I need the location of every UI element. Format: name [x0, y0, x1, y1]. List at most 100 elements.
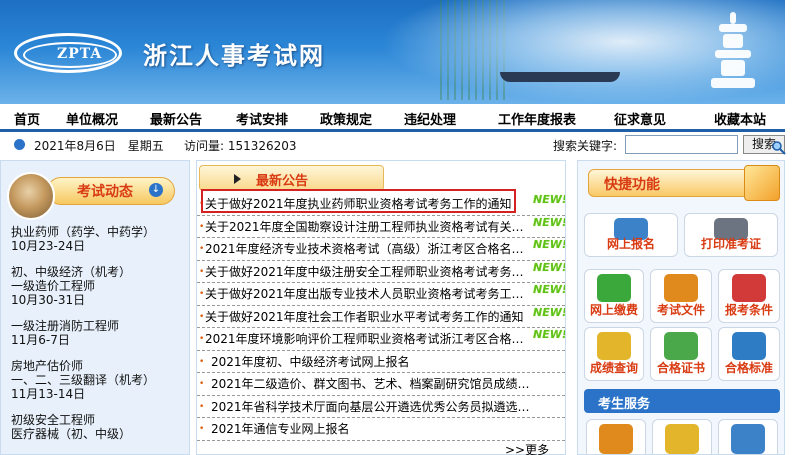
money-icon — [597, 274, 631, 302]
nav-item-bookmark[interactable]: 收藏本站 — [714, 109, 766, 128]
exam-name: 医疗器械（初、中级） — [11, 427, 132, 441]
announcement-row[interactable]: • 2021年度初、中级经济考试网上报名 — [197, 351, 565, 373]
selected-item-highlight — [201, 189, 516, 213]
avatar — [7, 172, 55, 220]
announcement-link[interactable]: 2021年度经济专业技术资格考试（高级）浙江考区合格名单公布 — [205, 238, 535, 260]
exam-news-header: 考试动态 ↓ — [7, 167, 182, 220]
announcement-row[interactable]: • 2021年度环境影响评价工程师职业资格考试浙江考区合格人员名单 NEW! — [197, 328, 565, 351]
service-tile[interactable] — [652, 419, 712, 454]
announcement-link[interactable]: 关于做好2021年度出版专业技术人员职业资格考试考务工作的通知 — [205, 283, 535, 305]
exam-name: 房地产估价师 — [11, 359, 84, 373]
quick-tile[interactable]: 成绩查询 — [584, 327, 644, 381]
announcement-link[interactable]: 2021年省科学技术厅面向基层公开遴选优秀公务员拟遴选人员公示 — [211, 396, 541, 418]
checklist-icon — [732, 274, 766, 302]
arrow-down-icon[interactable]: ↓ — [149, 183, 163, 197]
announcement-link[interactable]: 2021年度初、中级经济考试网上报名 — [211, 351, 410, 373]
exam-news-list: 执业药师（药学、中药学） 10月23-24日 初、中级经济（机考） 一级造价工程… — [11, 225, 189, 453]
quick-tile-label: 成绩查询 — [589, 361, 638, 375]
search-label: 搜索关键字: — [553, 139, 618, 153]
service-tile[interactable] — [586, 419, 646, 454]
exam-date: 11月6-7日 — [11, 333, 70, 347]
exam-name: 初、中级经济（机考） — [11, 265, 132, 279]
new-badge: NEW! — [533, 193, 565, 206]
nav-item-exam-schedule[interactable]: 考试安排 — [236, 109, 288, 128]
quick-tile[interactable]: 合格标准 — [718, 327, 780, 381]
exam-name: 一级注册消防工程师 — [11, 319, 120, 333]
bullet-icon: • — [199, 221, 205, 232]
exam-name: 初级安全工程师 — [11, 413, 96, 427]
bullet-icon: • — [199, 266, 205, 277]
nav-item-policies[interactable]: 政策规定 — [320, 109, 372, 128]
search-input[interactable] — [625, 135, 738, 154]
exam-news-title: 考试动态 — [77, 184, 133, 200]
list-item[interactable]: 房地产估价师 一、二、三级翻译（机考） 11月13-14日 — [11, 359, 189, 401]
exam-date: 11月13-14日 — [11, 387, 86, 401]
new-badge: NEW! — [533, 283, 565, 296]
current-date: 2021年8月6日 星期五 — [34, 139, 164, 153]
quick-tile[interactable]: 报考条件 — [718, 269, 780, 323]
new-badge: NEW! — [533, 238, 565, 251]
bullet-icon: • — [199, 244, 205, 254]
boat-decoration — [500, 72, 620, 82]
quick-tile[interactable]: 考试文件 — [650, 269, 712, 323]
list-item[interactable]: 初、中级经济（机考） 一级造价工程师 10月30-31日 — [11, 265, 189, 307]
nav-item-about[interactable]: 单位概况 — [66, 109, 118, 128]
folder-icon — [744, 165, 780, 201]
new-badge: NEW! — [533, 215, 565, 229]
nav-item-announcements[interactable]: 最新公告 — [150, 109, 202, 128]
quick-tile[interactable]: 合格证书 — [650, 327, 712, 381]
announcement-row[interactable]: • 2021年通信专业网上报名 — [197, 418, 565, 441]
quick-tile-label: 报考条件 — [724, 303, 773, 317]
quick-functions-header: 快捷功能 — [582, 165, 782, 201]
announcement-row[interactable]: • 2021年二级造价、群文图书、艺术、档案副研究馆员成绩查询 — [197, 373, 565, 396]
triangle-right-icon — [234, 174, 241, 184]
list-item[interactable]: 初级安全工程师 医疗器械（初、中级） — [11, 413, 189, 441]
exam-name: 一级造价工程师 — [11, 279, 96, 293]
nav-item-feedback[interactable]: 征求意见 — [614, 109, 666, 128]
bullet-icon: • — [199, 401, 205, 412]
certificate-icon — [664, 332, 698, 360]
quick-tile[interactable]: 网上缴费 — [584, 269, 644, 323]
header-banner: ZPTA 浙江人事考试网 — [0, 0, 785, 104]
announcement-row[interactable]: • 关于2021年度全国勘察设计注册工程师执业资格考试有关工作的通知 NEW! — [197, 215, 565, 238]
announcement-link[interactable]: 2021年二级造价、群文图书、艺术、档案副研究馆员成绩查询 — [211, 373, 541, 395]
site-logo[interactable]: ZPTA — [14, 33, 122, 73]
nav-item-violations[interactable]: 违纪处理 — [404, 109, 456, 128]
quick-tile-label: 网上缴费 — [589, 303, 638, 317]
announcement-row[interactable]: • 关于做好2021年度社会工作者职业水平考试考务工作的通知 NEW! — [197, 306, 565, 328]
document-icon — [731, 424, 765, 454]
announcement-row[interactable]: • 关于做好2021年度出版专业技术人员职业资格考试考务工作的通知 NEW! — [197, 283, 565, 306]
quick-tile[interactable]: 打印准考证 — [684, 213, 778, 257]
bullet-icon: • — [199, 334, 205, 344]
info-bar: 2021年8月6日 星期五 访问量: 151326203 搜索关键字: 搜索 — [0, 135, 786, 155]
list-item[interactable]: 一级注册消防工程师 11月6-7日 — [11, 319, 189, 347]
nav-item-annual-report[interactable]: 工作年度报表 — [498, 109, 576, 128]
exam-date: 10月30-31日 — [11, 293, 86, 307]
quick-tile-label: 合格证书 — [656, 361, 705, 375]
quick-tile[interactable]: 网上报名 — [584, 213, 678, 257]
exam-name: 一、二、三级翻译（机考） — [11, 373, 156, 387]
announcement-row[interactable]: • 关于做好2021年度中级注册安全工程师职业资格考试考务工作的通知 NEW! — [197, 260, 565, 283]
list-item[interactable]: 执业药师（药学、中药学） 10月23-24日 — [11, 225, 189, 253]
search-icon — [772, 141, 786, 155]
quick-tile-label: 打印准考证 — [700, 237, 761, 251]
announcement-link[interactable]: 关于做好2021年度社会工作者职业水平考试考务工作的通知 — [205, 306, 524, 328]
announcement-link[interactable]: 关于做好2021年度中级注册安全工程师职业资格考试考务工作的通知 — [205, 261, 535, 283]
new-badge: NEW! — [533, 260, 565, 274]
quick-functions-title: 快捷功能 — [604, 177, 660, 193]
more-link[interactable]: >>更多 — [505, 441, 549, 455]
quick-tile-label: 合格标准 — [724, 361, 773, 375]
announcement-row[interactable]: • 2021年度经济专业技术资格考试（高级）浙江考区合格名单公布 NEW! — [197, 238, 565, 261]
announcement-link[interactable]: 关于2021年度全国勘察设计注册工程师执业资格考试有关工作的通知 — [205, 216, 535, 238]
bullet-icon: • — [199, 424, 205, 434]
nav-item-home[interactable]: 首页 — [14, 109, 40, 128]
bullet-icon: • — [199, 289, 205, 299]
announcement-link[interactable]: 2021年度环境影响评价工程师职业资格考试浙江考区合格人员名单 — [205, 328, 535, 350]
announcement-row[interactable]: • 2021年省科学技术厅面向基层公开遴选优秀公务员拟遴选人员公示 — [197, 396, 565, 418]
announcement-link[interactable]: 2021年通信专业网上报名 — [211, 418, 350, 440]
book-icon — [599, 424, 633, 454]
logo-text: ZPTA — [57, 46, 103, 62]
service-tile[interactable] — [718, 419, 778, 454]
pencil-icon — [732, 332, 766, 360]
candidate-services-title: 考生服务 — [598, 397, 651, 412]
